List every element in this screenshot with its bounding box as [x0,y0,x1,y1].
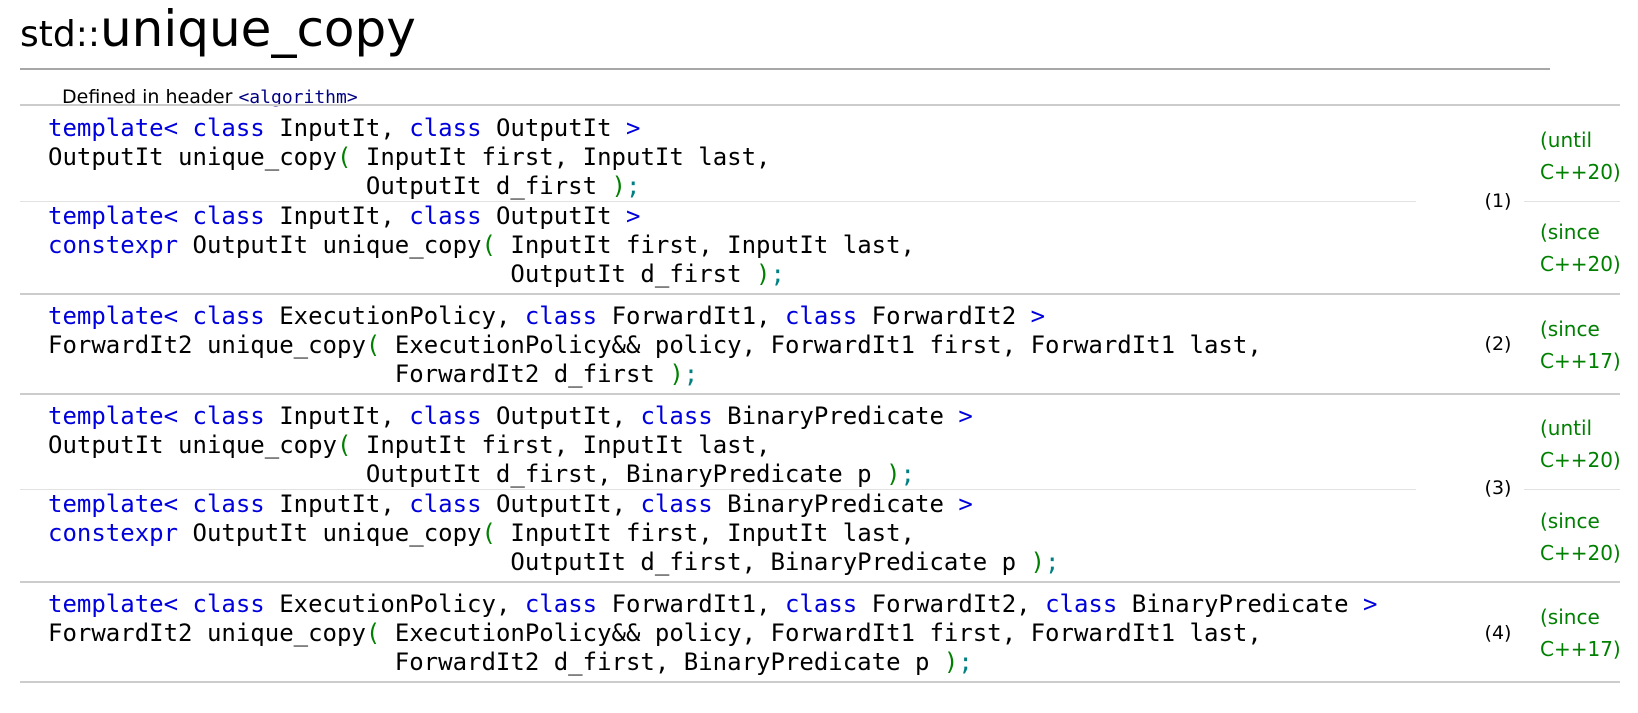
standard-badge: (since C++17) [1540,317,1621,373]
divider [20,681,1620,683]
divider [20,581,1620,583]
standard-badge: (since C++20) [1540,509,1621,565]
page-title: std::unique_copy [20,0,416,66]
overload-number: (3) [1484,477,1512,499]
divider [1524,489,1620,490]
overload-number: (2) [1484,333,1512,355]
title-namespace: std:: [20,14,100,55]
standard-badge: (until C++20) [1540,128,1621,184]
standard-badge: (since C++17) [1540,605,1621,661]
overload-3-until-cpp20: template< class InputIt, class OutputIt,… [48,402,973,488]
overload-1-since-cpp20: template< class InputIt, class OutputIt … [48,202,915,288]
divider [20,104,1620,106]
overload-1-until-cpp20: template< class InputIt, class OutputIt … [48,114,771,200]
standard-badge: (since C++20) [1540,220,1621,276]
overload-3-since-cpp20: template< class InputIt, class OutputIt,… [48,490,1060,576]
divider [1524,201,1620,202]
title-divider [20,68,1550,70]
standard-badge: (until C++20) [1540,416,1621,472]
title-function-name: unique_copy [99,0,416,58]
overload-4-since-cpp17: template< class ExecutionPolicy, class F… [48,590,1378,676]
divider [20,293,1620,295]
divider [20,393,1620,395]
overload-number: (1) [1484,190,1512,212]
overload-number: (4) [1484,622,1512,644]
overload-2-since-cpp17: template< class ExecutionPolicy, class F… [48,302,1262,388]
